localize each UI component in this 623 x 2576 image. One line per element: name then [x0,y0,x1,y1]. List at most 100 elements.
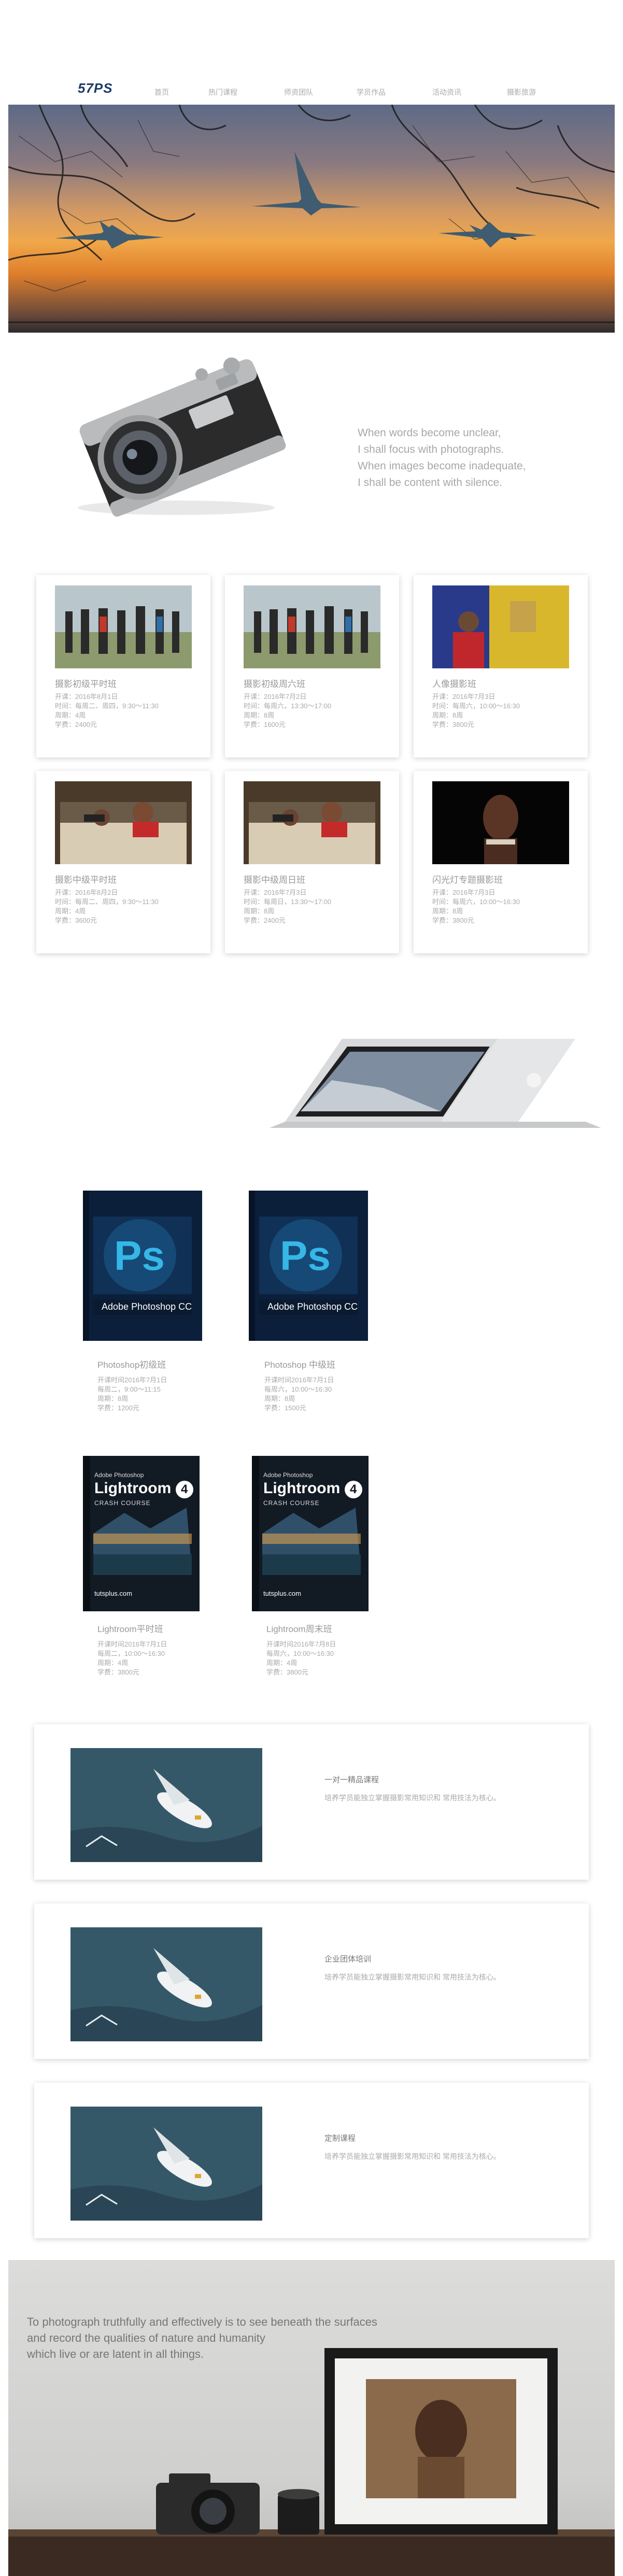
software-course-title: Photoshop 中级班 [264,1360,336,1370]
nav-link-works[interactable]: 学员作品 [357,87,386,97]
course-schedule: 每周二，9:00～11:15 [97,1385,161,1393]
service-description: 培养学员能独立掌握摄影常用知识和 常用技法为核心。 [324,2152,501,2160]
quote-line: I shall be content with silence. [358,477,502,489]
service-description: 培养学员能独立掌握摄影常用知识和 常用技法为核心。 [324,1794,501,1802]
service-title: 一对一精品课程 [324,1776,379,1784]
desk-camera-frame-illustration [8,2348,615,2576]
photographers-group-thumbnail [244,585,380,668]
course-start-date: 开课：2016年7月3日 [244,889,307,896]
course-schedule: 时间：每周六，10:00～16:30 [432,702,520,710]
nav-link-home[interactable]: 首页 [154,87,169,97]
course-schedule: 时间：每周六，13:30～17:00 [244,702,332,710]
site-logo[interactable]: 57PS [78,80,113,96]
sunset-cranes-illustration [8,105,615,323]
lr-site: tutsplus.com [94,1590,132,1597]
seagull-water-image [70,1748,262,1862]
service-title: 企业团体培训 [324,1955,372,1964]
laptop-image [264,1018,606,1132]
course-schedule: 时间：每周日，13:30～17:00 [244,898,332,906]
course-schedule: 时间：每周二、周四，9:30～11:30 [55,898,159,906]
course-duration: 周期：8周 [432,711,463,719]
lr-version-badge: 4 [175,1481,193,1498]
software-course[interactable]: Photoshop 中级班 开课时间2016年7月1日 每周六，10:00～16… [264,1357,335,1413]
ps-label: Photoshop CC [297,1301,358,1312]
lr-brand: Adobe Photoshop [94,1471,144,1479]
course-title: 闪光灯专题摄影班 [432,875,503,885]
software-course-details: 开课时间2016年7月1日 每周二，9:00～11:15 周期：8周 学费：12… [97,1376,167,1413]
nav-link-events[interactable]: 活动资讯 [432,87,461,97]
software-course-title: Lightroom平时班 [97,1624,163,1634]
course-duration: 周期：4周 [266,1659,298,1667]
course-start-date: 开课：2016年7月3日 [432,889,495,896]
safari-photographers-thumbnail [55,781,192,864]
course-duration: 周期：8周 [264,1395,295,1403]
service-title: 定制课程 [324,2134,356,2143]
ps-badge: Ps [280,1233,331,1279]
software-course-title: Photoshop初级班 [97,1360,166,1370]
photoshop-box: Ps Adobe Photoshop CC [249,1191,368,1341]
course-fee: 学费：3800元 [432,917,474,924]
course-schedule: 每周二，10:00～16:30 [97,1650,165,1657]
portrait-painting-thumbnail [432,585,569,668]
lr-brand: Adobe Photoshop [263,1471,313,1479]
service-description: 培养学员能独立掌握摄影常用知识和 常用技法为核心。 [324,1973,501,1981]
portrait-girl-thumbnail [432,781,569,864]
course-details: 开课：2016年8月1日 时间：每周二、周四，9:30～11:30 周期：4周 … [55,692,159,729]
software-course-details: 开课时间2016年7月1日 每周二，10:00～16:30 周期：4周 学费：3… [97,1640,167,1677]
course-fee: 学费：1600元 [244,721,286,728]
service-card[interactable]: 企业团体培训 培养学员能独立掌握摄影常用知识和 常用技法为核心。 [34,1904,589,2059]
software-course[interactable]: Lightroom周末班 开课时间2016年7月8日 每周六，10:00～16:… [266,1622,336,1677]
course-duration: 周期：4周 [55,711,86,719]
course-card[interactable]: 摄影中级周日班 开课：2016年7月3日 时间：每周日，13:30～17:00 … [225,771,399,953]
course-details: 开课：2016年7月3日 时间：每周六，10:00～16:30 周期：8周 学费… [432,692,520,729]
nav-link-courses[interactable]: 热门课程 [208,87,237,97]
course-fee: 学费：3800元 [97,1668,139,1676]
photography-quote: When words become unclear, I shall focus… [358,425,575,491]
course-fee: 学费：3600元 [55,917,97,924]
course-card[interactable]: 摄影初级周六班 开课：2016年7月2日 时间：每周六，13:30～17:00 … [225,575,399,757]
lr-title: Lightroom 4 [263,1480,362,1498]
nav-link-travel[interactable]: 摄影旅游 [507,87,536,97]
software-course[interactable]: Lightroom平时班 开课时间2016年7月1日 每周二，10:00～16:… [97,1622,167,1677]
photographers-group-thumbnail [55,585,192,668]
course-start-date: 开课：2016年7月2日 [244,693,307,700]
seagull-water-image [70,1927,262,2041]
course-card[interactable]: 摄影中级平时班 开课：2016年8月2日 时间：每周二、周四，9:30～11:3… [36,771,210,953]
course-card[interactable]: 人像摄影班 开课：2016年7月3日 时间：每周六，10:00～16:30 周期… [414,575,588,757]
course-fee: 学费：2400元 [55,721,97,728]
ps-product-name: Adobe Photoshop CC [102,1301,192,1312]
software-course[interactable]: Photoshop初级班 开课时间2016年7月1日 每周二，9:00～11:1… [97,1357,167,1413]
course-start-date: 开课：2016年8月2日 [55,889,118,896]
service-card[interactable]: 定制课程 培养学员能独立掌握摄影常用知识和 常用技法为核心。 [34,2083,589,2238]
course-card[interactable]: 摄影初级平时班 开课：2016年8月1日 时间：每周二、周四，9:30～11:3… [36,575,210,757]
photoshop-box: Ps Adobe Photoshop CC [83,1191,202,1341]
service-card[interactable]: 一对一精品课程 培养学员能独立掌握摄影常用知识和 常用技法为核心。 [34,1724,589,1880]
course-details: 开课：2016年7月2日 时间：每周六，13:30～17:00 周期：8周 学费… [244,692,331,729]
course-start-date: 开课：2016年7月3日 [432,693,495,700]
lr-title: Lightroom 4 [94,1480,193,1498]
course-start-date: 开课时间2016年7月8日 [266,1640,336,1648]
lr-subtitle: CRASH COURSE [94,1499,151,1507]
vintage-camera-image [67,352,295,523]
page: { "nav": { "logo": "57PS", "links": ["首页… [0,0,623,2576]
lightroom-box: Adobe Photoshop Lightroom 4 CRASH COURSE… [83,1456,200,1611]
course-fee: 学费：1200元 [97,1404,139,1412]
lightroom-box: Adobe Photoshop Lightroom 4 CRASH COURSE… [252,1456,369,1611]
course-duration: 周期：8周 [432,907,463,915]
course-details: 开课：2016年8月2日 时间：每周二、周四，9:30～11:30 周期：4周 … [55,888,159,925]
software-course-title: Lightroom周末班 [266,1624,332,1634]
lr-version-badge: 4 [344,1481,362,1498]
course-card[interactable]: 闪光灯专题摄影班 开课：2016年7月3日 时间：每周六，10:00～16:30… [414,771,588,953]
ps-badge: Ps [114,1233,165,1279]
course-title: 摄影初级周六班 [244,679,305,689]
course-start-date: 开课时间2016年7月1日 [264,1376,334,1384]
course-fee: 学费：2400元 [244,917,286,924]
quote-line: When images become inadequate, [358,460,526,472]
lr-site: tutsplus.com [263,1590,301,1597]
nav-link-teachers[interactable]: 师资团队 [284,87,313,97]
software-course-details: 开课时间2016年7月1日 每周六，10:00～16:30 周期：8周 学费：1… [264,1376,335,1413]
lr-name: Lightroom [263,1480,341,1497]
ps-label: Photoshop CC [131,1301,192,1312]
ps-brand: Adobe [102,1301,129,1312]
course-fee: 学费：1500元 [264,1404,306,1412]
